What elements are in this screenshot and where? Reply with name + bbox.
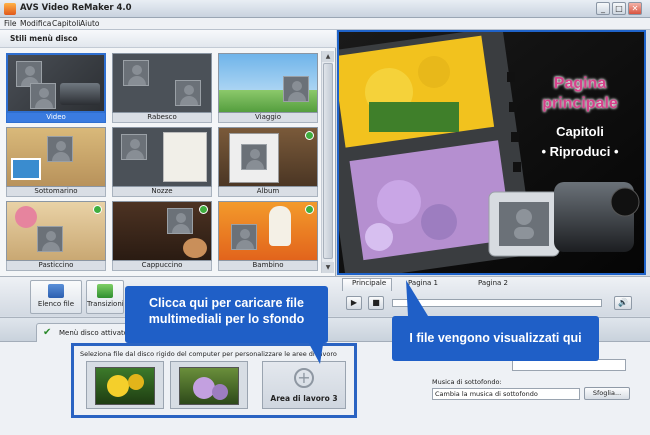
- transitions-label: Transizioni: [87, 300, 124, 308]
- style-tile-video[interactable]: Video: [6, 53, 106, 124]
- style-label: Sottomarino: [6, 187, 106, 197]
- style-thumb: [112, 127, 212, 187]
- styles-grid: Video Rabesco Viaggio Sottomarino Nozze …: [4, 51, 320, 273]
- browse-button[interactable]: Sfoglia...: [584, 387, 630, 400]
- new-badge-icon: [93, 205, 102, 214]
- menu-capitoli[interactable]: Capitoli: [52, 19, 80, 28]
- minimize-button[interactable]: _: [596, 2, 610, 15]
- style-label: Album: [218, 187, 318, 197]
- new-badge-icon: [199, 205, 208, 214]
- style-thumb: [112, 53, 212, 113]
- music-field[interactable]: Cambia la musica di sottofondo: [432, 388, 580, 400]
- style-thumb: [6, 53, 106, 113]
- preview-title: Pagina principale: [525, 74, 635, 114]
- style-thumb: [112, 201, 212, 261]
- preview-title-line1: Pagina: [553, 75, 607, 92]
- style-tile-cappuccino[interactable]: Cappuccino: [112, 201, 212, 272]
- tab-principale-label: Principale: [352, 279, 387, 287]
- check-icon: ✔: [43, 327, 52, 338]
- tab-pagina-2-label[interactable]: Pagina 2: [478, 279, 508, 287]
- new-badge-icon: [305, 205, 314, 214]
- window-title: AVS Video ReMaker 4.0: [20, 3, 132, 13]
- menu-bar: File Modifica Capitoli Aiuto: [0, 18, 650, 30]
- style-thumb: [218, 201, 318, 261]
- style-tile-rabesco[interactable]: Rabesco: [112, 53, 212, 124]
- style-label: Rabesco: [112, 113, 212, 123]
- file-list-button[interactable]: Elenco file: [30, 280, 82, 314]
- style-thumb: [6, 127, 106, 187]
- style-label: Nozze: [112, 187, 212, 197]
- menu-modifica[interactable]: Modifica: [20, 19, 51, 28]
- preview-title-line2: principale: [542, 95, 618, 112]
- play-button[interactable]: ▶: [346, 296, 362, 310]
- styles-panel-title: Stili menù disco: [10, 34, 78, 43]
- menu-file[interactable]: File: [4, 19, 17, 28]
- callout-preview-pointer: [406, 280, 428, 316]
- style-tile-nozze[interactable]: Nozze: [112, 127, 212, 198]
- menu-aiuto[interactable]: Aiuto: [80, 19, 100, 28]
- styles-scrollbar[interactable]: ▲ ▼: [321, 51, 334, 273]
- style-thumb: [218, 127, 318, 187]
- close-button[interactable]: ✕: [628, 2, 642, 15]
- style-label: Viaggio: [218, 113, 318, 123]
- menu-preview: Pagina principale Capitoli • Riproduci •: [337, 30, 646, 275]
- new-badge-icon: [305, 131, 314, 140]
- file-list-label: Elenco file: [37, 300, 75, 308]
- title-bar: AVS Video ReMaker 4.0 _ □ ✕: [0, 0, 650, 18]
- transitions-icon: [97, 284, 113, 298]
- file-list-icon: [48, 284, 64, 298]
- pages-tabs: Principale Pagina 1 Pagina 2: [342, 278, 646, 292]
- scroll-thumb[interactable]: [323, 63, 333, 259]
- style-thumb: [218, 53, 318, 113]
- app-icon: [4, 3, 16, 15]
- camcorder-icon: [60, 83, 100, 105]
- maximize-button[interactable]: □: [612, 2, 626, 15]
- transitions-button[interactable]: Transizioni: [86, 280, 124, 314]
- styles-panel-header: Stili menù disco: [0, 30, 336, 48]
- callout-preview: I file vengono visualizzati qui: [392, 316, 599, 361]
- style-tile-sottomarino[interactable]: Sottomarino: [6, 127, 106, 198]
- callout-upload: Clicca qui per caricare file multimedial…: [125, 286, 328, 343]
- preview-chapters[interactable]: Capitoli: [525, 124, 635, 139]
- tab-menu-disc-label: Menù disco attivato: [59, 329, 129, 337]
- style-label: Cappuccino: [112, 261, 212, 271]
- style-label: Bambino: [218, 261, 318, 271]
- style-tile-viaggio[interactable]: Viaggio: [218, 53, 318, 124]
- style-label: Video: [6, 113, 106, 123]
- preview-play[interactable]: • Riproduci •: [515, 144, 644, 159]
- styles-panel: Stili menù disco Video Rabesco Viaggio S…: [0, 30, 336, 276]
- style-label: Pasticcino: [6, 261, 106, 271]
- style-tile-pasticcino[interactable]: Pasticcino: [6, 201, 106, 272]
- scroll-up-icon[interactable]: ▲: [322, 51, 334, 62]
- volume-icon[interactable]: 🔊: [614, 296, 632, 310]
- style-thumb: [6, 201, 106, 261]
- style-tile-album[interactable]: Album: [218, 127, 318, 198]
- music-label: Musica di sottofondo:: [432, 378, 502, 386]
- scroll-down-icon[interactable]: ▼: [322, 262, 334, 273]
- style-tile-bambino[interactable]: Bambino: [218, 201, 318, 272]
- callout-upload-pointer: [306, 338, 324, 364]
- stop-button[interactable]: ■: [368, 296, 384, 310]
